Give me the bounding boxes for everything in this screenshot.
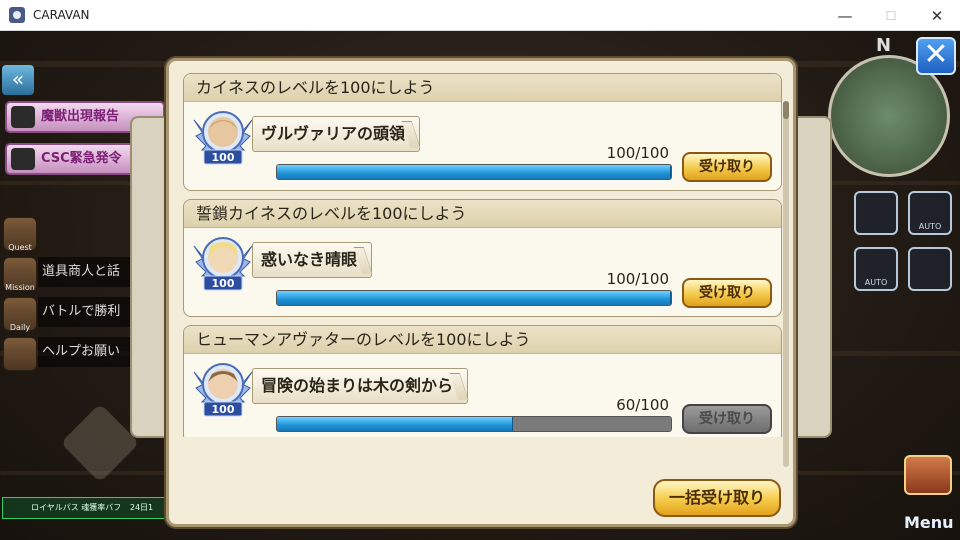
beast-icon: [11, 106, 35, 128]
treasure-chest-icon[interactable]: [904, 455, 952, 495]
claim-button-disabled[interactable]: 受け取り: [682, 404, 772, 434]
window-title: CARAVAN: [33, 8, 90, 22]
progress-bar: [276, 416, 672, 432]
banner-label: 魔獣出現報告: [41, 109, 120, 124]
reward-title: 冒険の始まりは木の剣から: [252, 368, 469, 404]
mission-title: カイネスのレベルを100にしよう: [184, 74, 781, 102]
back-arrow-button[interactable]: «: [2, 65, 34, 95]
royal-pass-label: ロイヤルパス 魂獲率バフ: [31, 503, 122, 512]
mission-dialog: カイネスのレベルを100にしよう 100 ヴルヴァリアの頭領 100/100 受…: [166, 58, 796, 527]
claim-button[interactable]: 受け取り: [682, 278, 772, 308]
mission-card: 誓鎖カイネスのレベルを100にしよう 100 惑いなき晴眼 100/100 受け…: [183, 199, 782, 317]
title-bar: CARAVAN — ☐ ✕: [0, 0, 960, 31]
progress-text: 60/100: [616, 396, 669, 414]
progress-fill: [277, 291, 671, 305]
quest-strip-help[interactable]: ヘルプお願い: [38, 337, 138, 367]
daily-button[interactable]: Daily: [3, 297, 37, 332]
royal-pass-time: 24日1: [129, 503, 154, 512]
corner-label: N: [876, 35, 892, 56]
help-button[interactable]: [3, 337, 37, 371]
mission-title: 誓鎖カイネスのレベルを100にしよう: [184, 200, 781, 228]
party-button[interactable]: [908, 247, 952, 291]
menu-button[interactable]: Menu: [904, 513, 954, 532]
auto-battle-button[interactable]: AUTO: [854, 247, 898, 291]
level-badge: 100: [212, 403, 235, 416]
quest-label: Quest: [8, 243, 32, 252]
mission-card: ヒューマンアヴァターのレベルを100にしよう 100 冒険の始まりは木の剣から …: [183, 325, 782, 437]
csc-icon: [11, 148, 35, 170]
character-emblem-icon: 100: [193, 237, 253, 291]
game-window: CARAVAN — ☐ ✕ « 魔獣出現報告 CSC緊急発令 Quest Mis…: [0, 0, 960, 540]
quest-button[interactable]: Quest: [3, 217, 37, 252]
mission-card: カイネスのレベルを100にしよう 100 ヴルヴァリアの頭領 100/100 受…: [183, 73, 782, 191]
camera-button[interactable]: [854, 191, 898, 235]
daily-label: Daily: [9, 323, 31, 332]
mission-title: ヒューマンアヴァターのレベルを100にしよう: [184, 326, 781, 354]
mission-list-scrollbar[interactable]: [783, 101, 789, 467]
progress-bar: [276, 164, 672, 180]
quest-strip-merchant[interactable]: 道具商人と話: [38, 257, 138, 287]
reward-title: ヴルヴァリアの頭領: [252, 116, 421, 152]
level-badge: 100: [212, 277, 235, 290]
reward-title: 惑いなき晴眼: [252, 242, 373, 278]
mission-label: Mission: [5, 283, 35, 292]
progress-fill: [277, 417, 514, 431]
mission-button[interactable]: Mission: [3, 257, 37, 292]
close-window-button[interactable]: ✕: [914, 0, 960, 31]
level-badge: 100: [212, 151, 235, 164]
minimize-button[interactable]: —: [822, 0, 868, 31]
app-icon: [9, 7, 25, 23]
character-emblem-icon: 100: [193, 363, 253, 417]
maximize-button[interactable]: ☐: [868, 0, 914, 31]
auto-label: AUTO: [864, 278, 888, 287]
banner-label: CSC緊急発令: [41, 151, 122, 166]
auto-label: AUTO: [918, 222, 942, 231]
progress-text: 100/100: [606, 144, 669, 162]
progress-text: 100/100: [606, 270, 669, 288]
auto-camera-button[interactable]: AUTO: [908, 191, 952, 235]
character-emblem-icon: 100: [193, 111, 253, 165]
claim-all-button[interactable]: 一括受け取り: [653, 479, 781, 517]
claim-button[interactable]: 受け取り: [682, 152, 772, 182]
royal-pass-bar[interactable]: ロイヤルパス 魂獲率バフ 24日1: [2, 497, 166, 519]
mission-list[interactable]: カイネスのレベルを100にしよう 100 ヴルヴァリアの頭領 100/100 受…: [183, 73, 783, 437]
progress-fill: [277, 165, 671, 179]
close-dialog-button[interactable]: ✕: [916, 37, 956, 75]
quest-strip-battle[interactable]: バトルで勝利: [38, 297, 138, 327]
progress-bar: [276, 290, 672, 306]
scrollbar-thumb[interactable]: [783, 101, 789, 119]
